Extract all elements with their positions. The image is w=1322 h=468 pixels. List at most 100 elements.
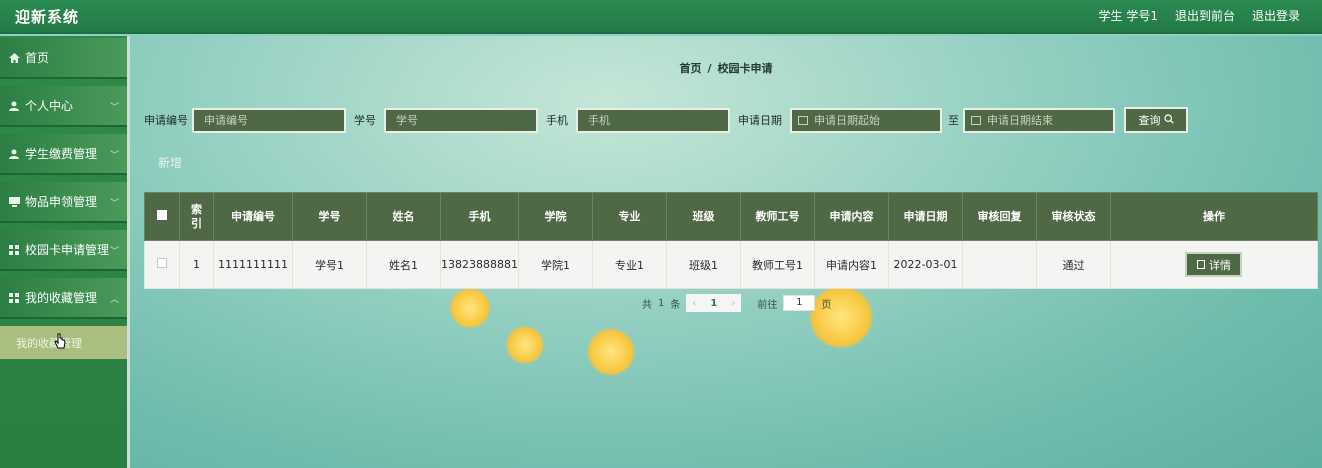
user-icon [8, 148, 20, 160]
chevron-down-icon: ﹀ [109, 151, 119, 161]
chevron-down-icon: ﹀ [109, 247, 119, 257]
student-no-label: 学号 [354, 114, 376, 127]
date-label: 申请日期 [738, 114, 782, 127]
flower-decoration [448, 288, 492, 328]
breadcrumb-current: 校园卡申请 [717, 62, 773, 75]
col-major: 专业 [591, 192, 667, 241]
row-checkbox[interactable] [157, 258, 167, 268]
col-student-no: 学号 [292, 192, 367, 241]
col-class: 班级 [665, 192, 741, 241]
calendar-icon [798, 115, 808, 125]
breadcrumb-separator: / [707, 62, 712, 75]
main-content: 首页 / 校园卡申请 申请编号 申请编号 学号 学号 手机 手机 申请日期 申请日期… [130, 36, 1322, 468]
col-content: 申请内容 [813, 192, 889, 241]
sidebar-item-goods-claim[interactable]: 物品申领管理 ﹀ [0, 182, 127, 223]
apply-no-placeholder: 申请编号 [204, 114, 248, 127]
search-bar: 申请编号 申请编号 学号 学号 手机 手机 申请日期 申请日期起始 至 申请日期… [144, 107, 1188, 133]
page-buttons: ‹ 1 › [686, 294, 742, 312]
goto-label: 前往 [757, 299, 778, 311]
phone-placeholder: 手机 [588, 114, 610, 127]
home-icon [8, 52, 20, 64]
pagination-total: 1 [658, 297, 665, 309]
pagination-total-suffix: 条 [670, 299, 681, 311]
date-start-input[interactable]: 申请日期起始 [790, 107, 942, 133]
apply-no-input[interactable]: 申请编号 [192, 107, 346, 133]
chevron-up-icon: ︿ [109, 295, 119, 305]
cell-apply-no: 1111111111 [213, 240, 293, 289]
monitor-icon [8, 196, 20, 208]
sidebar-item-campus-card[interactable]: 校园卡申请管理 ﹀ [0, 230, 127, 271]
chevron-down-icon: ﹀ [109, 103, 119, 113]
cell-index: 1 [179, 240, 214, 289]
sidebar-item-label: 物品申领管理 [25, 195, 98, 209]
query-button[interactable]: 查询 [1124, 107, 1188, 133]
detail-button[interactable]: 详情 [1185, 252, 1243, 277]
cell-content: 申请内容1 [813, 240, 889, 289]
col-college: 学院 [517, 192, 593, 241]
sidebar-item-favorites[interactable]: 我的收藏管理 ︿ [0, 278, 127, 319]
document-icon [1196, 260, 1205, 269]
cell-date: 2022-03-01 [887, 240, 963, 289]
sidebar-item-label: 校园卡申请管理 [25, 243, 110, 257]
mouse-cursor-icon [54, 333, 66, 349]
sidebar-item-label: 我的收藏管理 [25, 291, 98, 305]
student-no-input[interactable]: 学号 [384, 107, 538, 133]
next-page-icon[interactable]: › [731, 298, 735, 309]
detail-button-label: 详情 [1208, 258, 1231, 272]
grid-icon [8, 244, 20, 256]
col-action: 操作 [1109, 192, 1319, 241]
cell-major: 专业1 [591, 240, 667, 289]
search-icon [1163, 113, 1174, 127]
col-phone: 手机 [440, 192, 519, 241]
sidebar-item-personal-center[interactable]: 个人中心 ﹀ [0, 86, 127, 127]
add-button[interactable]: 新增 [158, 154, 182, 171]
current-user: 学生 学号1 [1098, 9, 1158, 23]
user-icon [8, 100, 20, 112]
col-name: 姓名 [366, 192, 441, 241]
select-all-cell [144, 192, 180, 241]
phone-label: 手机 [546, 114, 568, 127]
student-no-placeholder: 学号 [396, 114, 418, 127]
app-title: 迎新系统 [15, 8, 80, 26]
cell-reply [961, 240, 1037, 289]
sidebar-item-fee-management[interactable]: 学生缴费管理 ﹀ [0, 134, 127, 175]
calendar-icon [971, 115, 981, 125]
col-teacher-no: 教师工号 [739, 192, 815, 241]
cell-phone: 13823888881 [440, 240, 519, 289]
cell-status: 通过 [1035, 240, 1111, 289]
grid-icon [8, 292, 20, 304]
sidebar-item-label: 首页 [25, 51, 50, 65]
sidebar-item-label: 个人中心 [25, 99, 74, 113]
sidebar-item-label: 学生缴费管理 [25, 147, 98, 161]
back-to-front-link[interactable]: 退出到前台 [1175, 7, 1235, 24]
cell-name: 姓名1 [366, 240, 441, 289]
chevron-down-icon: ﹀ [109, 199, 119, 209]
prev-page-icon[interactable]: ‹ [692, 298, 696, 309]
flower-decoration [586, 328, 636, 376]
cell-college: 学院1 [517, 240, 593, 289]
logout-link[interactable]: 退出登录 [1252, 7, 1300, 24]
col-date: 申请日期 [887, 192, 963, 241]
breadcrumb: 首页 / 校园卡申请 [130, 60, 1322, 76]
cell-teacher-no: 教师工号1 [739, 240, 815, 289]
col-index: 索引 [179, 192, 214, 241]
phone-input[interactable]: 手机 [576, 107, 730, 133]
page-number[interactable]: 1 [710, 298, 717, 309]
top-bar: 迎新系统 学生 学号1 退出到前台 退出登录 [0, 0, 1322, 34]
date-end-input[interactable]: 申请日期结束 [963, 107, 1115, 133]
flower-decoration [505, 326, 545, 364]
top-links: 学生 学号1 退出到前台 退出登录 [1099, 7, 1300, 24]
sidebar: 首页 个人中心 ﹀ 学生缴费管理 ﹀ 物品申领管理 ﹀ 校园卡申请管理 ﹀ 我的… [0, 36, 130, 468]
breadcrumb-home[interactable]: 首页 [679, 62, 701, 75]
pagination: 共 1 条 ‹ 1 › 前往 1 页 [642, 294, 831, 312]
goto-page-input[interactable]: 1 [783, 295, 816, 311]
select-all-checkbox[interactable] [157, 209, 167, 220]
query-button-label: 查询 [1138, 114, 1161, 127]
date-start-placeholder: 申请日期起始 [814, 114, 880, 127]
sidebar-item-home[interactable]: 首页 [0, 38, 127, 79]
cell-action: 详情 [1109, 240, 1319, 289]
table-row: 1 1111111111 学号1 姓名1 13823888881 学院1 专业1… [144, 240, 1319, 289]
row-select-cell [144, 240, 180, 289]
card-application-table: 索引 申请编号 学号 姓名 手机 学院 专业 班级 教师工号 申请内容 申请日期… [144, 192, 1319, 289]
cell-class: 班级1 [665, 240, 741, 289]
